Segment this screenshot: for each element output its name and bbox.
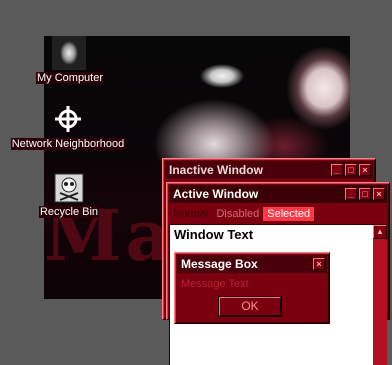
close-button[interactable]: × (359, 164, 371, 176)
menu-item-disabled: Disabled (216, 207, 260, 220)
desktop-icon-network-neighborhood[interactable]: Network Neighborhood (10, 104, 126, 150)
inactive-window-title: Inactive Window (169, 163, 263, 177)
maximize-button[interactable]: □ (345, 164, 357, 176)
appearance-preview: Ma My Computer Network Neighborhood Recy… (0, 0, 392, 365)
message-box-title: Message Box (181, 257, 258, 271)
message-text: Message Text (181, 278, 249, 290)
window-text: Window Text (174, 227, 254, 242)
minimize-button[interactable]: _ (331, 164, 343, 176)
minimize-button[interactable]: _ (345, 188, 357, 200)
face-icon (52, 36, 86, 70)
vertical-scrollbar[interactable]: ▲ (373, 225, 387, 365)
active-window-menubar: Normal Disabled Selected (169, 205, 387, 222)
desktop-icon-label: Network Neighborhood (10, 138, 126, 150)
menu-item-selected[interactable]: Selected (263, 206, 315, 221)
desktop-icon-label: My Computer (36, 72, 105, 84)
skull-crossbones-icon (53, 172, 85, 204)
desktop-icon-label: Recycle Bin (38, 206, 100, 218)
maximize-button[interactable]: □ (359, 188, 371, 200)
message-box[interactable]: Message Box × Message Text OK (174, 252, 330, 324)
desktop-icon-my-computer[interactable]: My Computer (36, 36, 105, 84)
message-box-titlebar[interactable]: Message Box × (177, 255, 327, 273)
ok-button[interactable]: OK (218, 296, 282, 317)
desktop-icon-recycle-bin[interactable]: Recycle Bin (36, 172, 102, 218)
menu-item-normal[interactable]: Normal (169, 207, 212, 221)
close-button[interactable]: × (313, 258, 325, 270)
close-button[interactable]: × (373, 188, 385, 200)
inactive-window-titlebar[interactable]: Inactive Window _ □ × (165, 161, 373, 179)
active-window-titlebar[interactable]: Active Window _ □ × (169, 185, 387, 203)
scroll-up-arrow-icon[interactable]: ▲ (373, 225, 387, 239)
network-crosshair-icon (52, 104, 84, 136)
active-window-title: Active Window (173, 187, 259, 201)
